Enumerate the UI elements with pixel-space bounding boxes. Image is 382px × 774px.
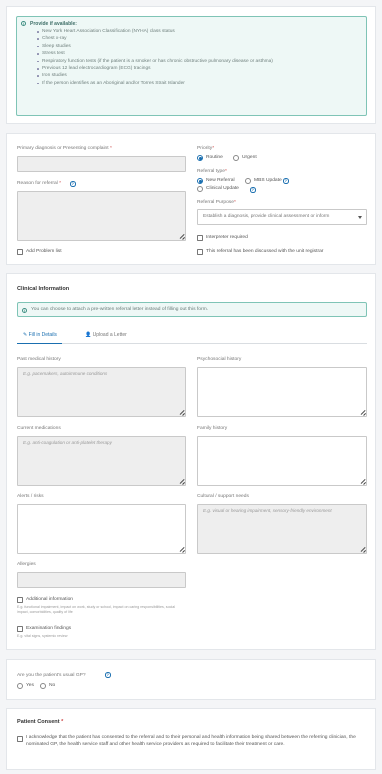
clinical-card: Clinical Information i You can choose to…	[6, 273, 376, 650]
list-item: If the person identifies as an Aborigina…	[35, 80, 273, 87]
psychosocial-textarea[interactable]	[197, 367, 367, 417]
interpreter-label: Interpreter required	[206, 235, 248, 240]
list-item: Respiratory function tests (if the patie…	[35, 58, 273, 65]
tab-divider	[17, 343, 367, 344]
user-icon: 👤	[85, 332, 92, 338]
referral-type-clinical-radio[interactable]	[197, 186, 203, 192]
tab-active-indicator	[17, 342, 62, 344]
referral-purpose-select[interactable]: Establish a diagnosis, provide clinical …	[197, 209, 367, 225]
gp-no-label: No	[49, 683, 56, 688]
info-card: i Provide if available: New York Heart A…	[6, 6, 376, 124]
consent-text: I acknowledge that the patient has conse…	[26, 734, 356, 748]
tab-upload-letter[interactable]: 👤 Upload a Letter	[85, 332, 127, 338]
help-icon[interactable]: ?	[70, 181, 76, 187]
primary-diagnosis-label: Primary diagnosis or Presenting complain…	[17, 146, 112, 151]
gp-yes-label: Yes	[26, 683, 34, 688]
priority-label: Priority*	[197, 146, 215, 151]
gp-card: Are you the patient's usual GP? ? Yes No	[6, 659, 376, 700]
help-icon[interactable]: ?	[283, 178, 289, 184]
interpreter-checkbox[interactable]	[197, 235, 203, 241]
referral-card: Primary diagnosis or Presenting complain…	[6, 133, 376, 265]
add-problem-checkbox[interactable]	[17, 249, 23, 255]
reason-textarea[interactable]	[17, 191, 186, 241]
exam-findings-hint: E.g. vital signs, systemic review	[17, 634, 68, 638]
referral-purpose-value: Establish a diagnosis, provide clinical …	[203, 214, 330, 219]
priority-routine-label: Routine	[206, 155, 223, 160]
resize-handle[interactable]	[360, 479, 365, 484]
list-item: Sleep studies	[35, 43, 273, 50]
past-history-label: Past medical history	[17, 357, 61, 362]
attach-notice: i You can choose to attach a pre-written…	[17, 302, 367, 317]
priority-urgent-radio[interactable]	[233, 155, 239, 161]
resize-handle[interactable]	[360, 547, 365, 552]
priority-urgent-label: Urgent	[242, 155, 257, 160]
current-meds-textarea[interactable]: E.g. anti-coagulation or anti-platelet t…	[17, 436, 186, 486]
info-list: New York Heart Association Classificatio…	[35, 28, 273, 87]
add-problem-label: Add Problem list	[26, 249, 62, 254]
primary-diagnosis-input[interactable]	[17, 156, 186, 172]
pencil-icon: ✎	[23, 332, 28, 338]
cultural-textarea[interactable]: E.g. visual or hearing impairment, senso…	[197, 504, 367, 554]
family-history-label: Family history	[197, 426, 228, 431]
cultural-label: Cultural / support needs	[197, 494, 249, 499]
referral-type-new-radio[interactable]	[197, 178, 203, 184]
alerts-label: Alerts / risks	[17, 494, 44, 499]
psychosocial-label: Psychosocial history	[197, 357, 242, 362]
current-meds-label: Current medications	[17, 426, 61, 431]
consent-title: Patient Consent *	[17, 719, 64, 725]
info-icon: i	[22, 307, 27, 313]
resize-handle[interactable]	[179, 234, 184, 239]
list-item: Stress test	[35, 50, 273, 57]
exam-findings-label: Examination findings	[26, 626, 72, 631]
attach-notice-text: You can choose to attach a pre-written r…	[31, 307, 209, 312]
info-heading: Provide if available:	[30, 21, 77, 27]
consent-checkbox[interactable]	[17, 736, 23, 742]
allergies-label: Allergies	[17, 562, 36, 567]
gp-question: Are you the patient's usual GP?	[17, 673, 86, 678]
exam-findings-checkbox[interactable]	[17, 626, 23, 632]
info-icon: i	[21, 21, 26, 26]
discussed-checkbox[interactable]	[197, 249, 203, 255]
past-history-textarea[interactable]: E.g. pacemakers, autoimmune conditions	[17, 367, 186, 417]
referral-type-clinical-label: Clinical Update	[206, 186, 239, 191]
referral-type-mbs-label: MBS Update	[254, 178, 282, 183]
additional-info-label: Additional information	[26, 597, 74, 602]
alerts-textarea[interactable]	[17, 504, 186, 554]
list-item: Previous 12 lead electrocardiogram (ECG)…	[35, 65, 273, 72]
chevron-down-icon	[358, 216, 362, 219]
resize-handle[interactable]	[360, 410, 365, 415]
allergies-input[interactable]	[17, 572, 186, 588]
list-item: Chest x-ray	[35, 35, 273, 42]
info-box: i Provide if available: New York Heart A…	[16, 16, 367, 116]
reason-label: Reason for referral *	[17, 181, 62, 186]
resize-handle[interactable]	[179, 547, 184, 552]
help-icon[interactable]: ?	[250, 187, 256, 193]
referral-type-new-label: New Referral	[206, 178, 235, 183]
consent-card: Patient Consent * I acknowledge that the…	[6, 708, 376, 770]
priority-routine-radio[interactable]	[197, 155, 203, 161]
resize-handle[interactable]	[179, 410, 184, 415]
referral-purpose-label: Referral Purpose*	[197, 200, 236, 205]
additional-info-hint: E.g. functional impairment, impact on wo…	[17, 605, 175, 614]
discussed-label: This referral has been discussed with th…	[206, 249, 324, 254]
referral-type-label: Referral type*	[197, 169, 227, 174]
referral-type-mbs-radio[interactable]	[245, 178, 251, 184]
resize-handle[interactable]	[179, 479, 184, 484]
gp-no-radio[interactable]	[40, 683, 46, 689]
family-history-textarea[interactable]	[197, 436, 367, 486]
additional-info-checkbox[interactable]	[17, 597, 23, 603]
clinical-title: Clinical Information	[17, 286, 70, 292]
list-item: New York Heart Association Classificatio…	[35, 28, 273, 35]
list-item: Iron studies	[35, 72, 273, 79]
gp-yes-radio[interactable]	[17, 683, 23, 689]
tab-fill-in-details[interactable]: ✎ Fill in Details	[23, 332, 57, 338]
help-icon[interactable]: ?	[105, 672, 111, 678]
